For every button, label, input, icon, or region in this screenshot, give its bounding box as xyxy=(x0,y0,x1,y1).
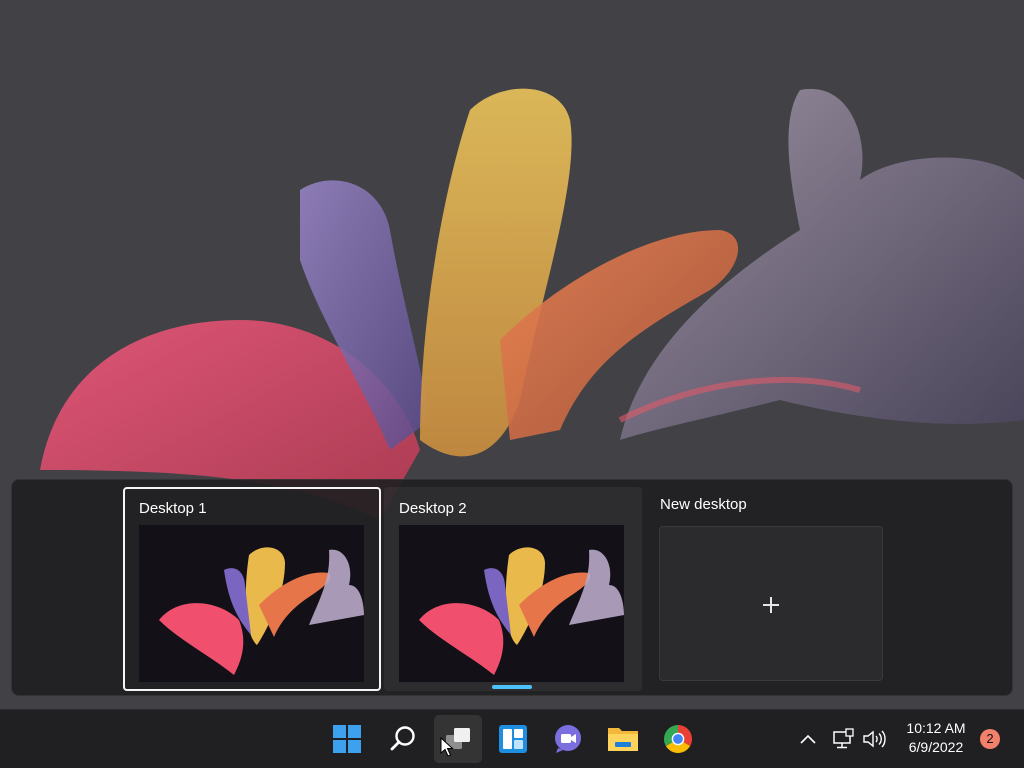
chrome-button[interactable] xyxy=(654,715,702,763)
network-icon xyxy=(833,728,854,749)
taskbar: 10:12 AM 6/9/2022 2 xyxy=(0,709,1024,768)
virtual-desktop-switcher: Desktop 1 Desktop 2 New desktop xyxy=(11,479,1013,696)
clock[interactable]: 10:12 AM 6/9/2022 xyxy=(890,719,982,757)
desktop-scroll-indicator xyxy=(492,685,532,689)
clock-date: 6/9/2022 xyxy=(908,739,964,755)
mouse-cursor-icon xyxy=(440,737,454,757)
desktop-2-card[interactable]: Desktop 2 xyxy=(384,487,642,691)
notification-badge[interactable]: 2 xyxy=(980,729,1000,749)
desktop-1-thumbnail[interactable] xyxy=(139,525,364,682)
desktop-1-label: Desktop 1 xyxy=(139,500,207,517)
teams-chat-icon xyxy=(555,725,581,753)
new-desktop-button[interactable] xyxy=(659,526,883,681)
network-button[interactable] xyxy=(829,724,857,754)
folder-icon xyxy=(608,728,638,751)
new-desktop-card[interactable]: New desktop xyxy=(645,487,903,691)
plus-icon xyxy=(761,595,781,615)
volume-button[interactable] xyxy=(860,724,888,754)
widgets-button[interactable] xyxy=(489,715,537,763)
windows-logo-icon xyxy=(333,725,361,753)
show-hidden-icons-button[interactable] xyxy=(796,724,820,754)
chat-button[interactable] xyxy=(544,715,592,763)
desktop-2-thumbnail[interactable] xyxy=(399,525,624,682)
volume-icon xyxy=(863,730,886,748)
desktop-1-card[interactable]: Desktop 1 xyxy=(123,487,381,691)
desktop-2-label: Desktop 2 xyxy=(399,500,467,517)
clock-time: 10:12 AM xyxy=(906,720,966,736)
chevron-up-icon xyxy=(800,734,816,744)
file-explorer-button[interactable] xyxy=(599,715,647,763)
chrome-icon xyxy=(664,725,692,753)
widgets-icon xyxy=(499,725,527,753)
search-icon xyxy=(390,726,415,751)
new-desktop-label: New desktop xyxy=(660,496,747,513)
search-button[interactable] xyxy=(379,715,427,763)
start-button[interactable] xyxy=(323,715,371,763)
